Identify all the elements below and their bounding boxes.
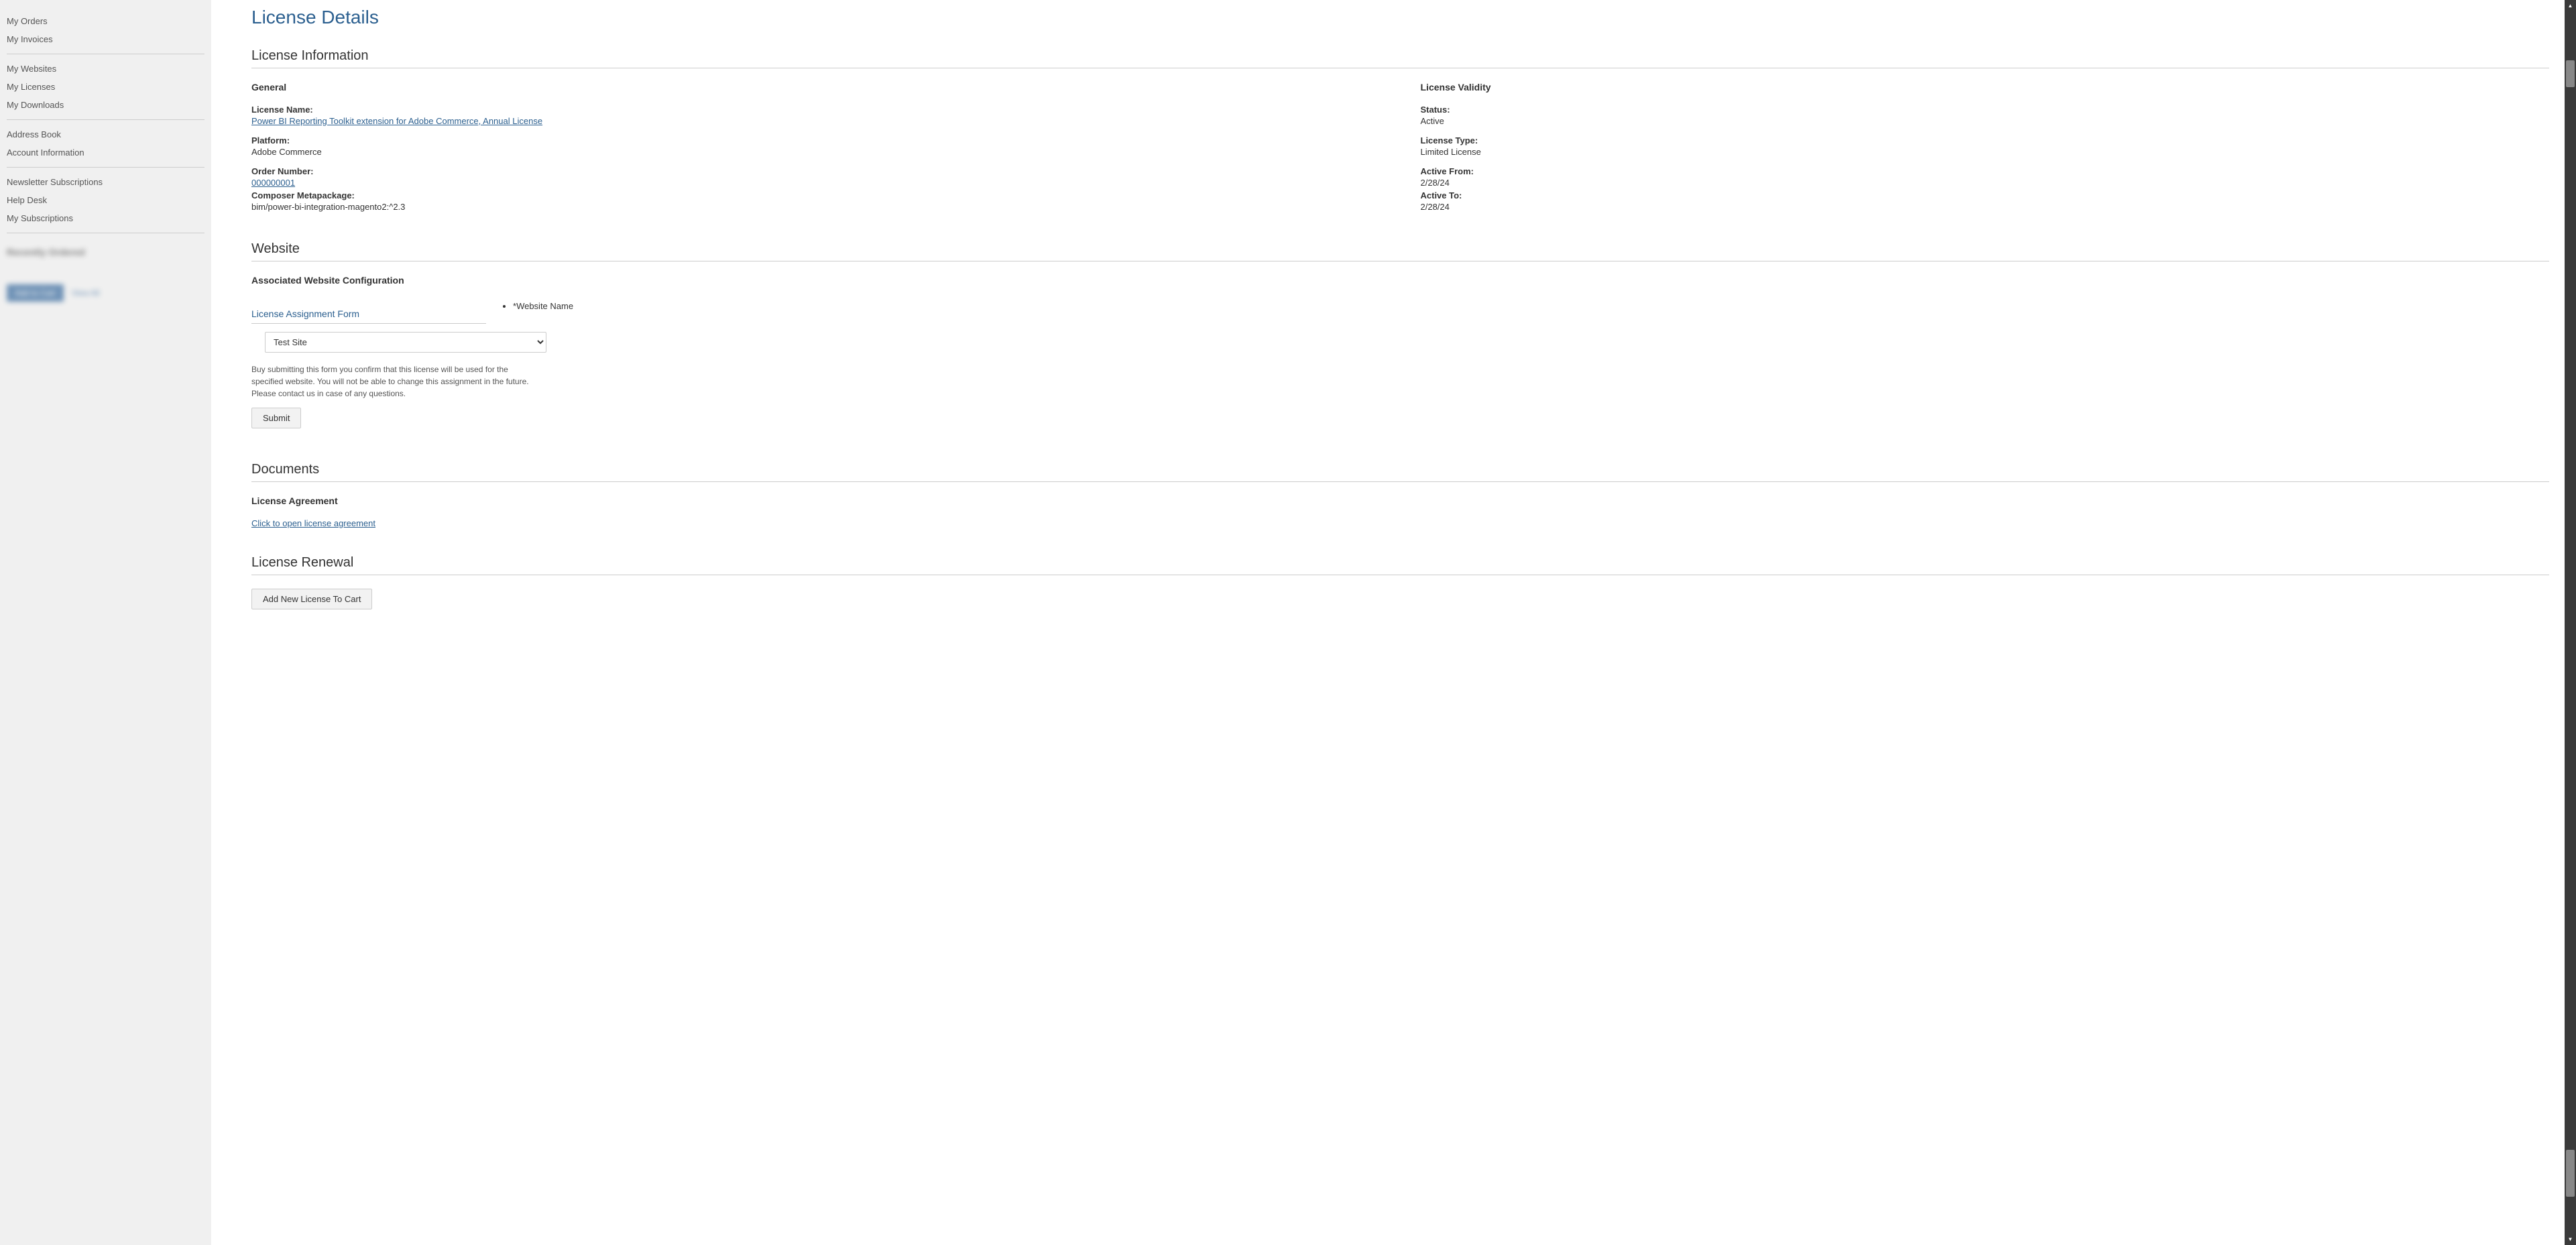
license-info-section-title: License Information <box>251 48 2549 68</box>
composer-label: Composer Metapackage: <box>251 190 1381 200</box>
add-new-license-to-cart-button[interactable]: Add New License To Cart <box>251 589 372 609</box>
scroll-down-icon[interactable]: ▼ <box>2565 1234 2576 1245</box>
sidebar-item-address-book[interactable]: Address Book <box>7 125 204 143</box>
sidebar-item-my-downloads[interactable]: My Downloads <box>7 96 204 114</box>
website-name-label: *Website Name <box>513 298 573 312</box>
sidebar-item-account-information[interactable]: Account Information <box>7 143 204 162</box>
active-from-label: Active From: <box>1421 166 2550 176</box>
add-to-cart-button[interactable]: Add to Cart <box>7 284 64 302</box>
view-all-link[interactable]: View All <box>72 288 100 298</box>
license-assignment-form-title: License Assignment Form <box>251 308 486 324</box>
license-agreement-heading: License Agreement <box>251 495 2549 506</box>
sidebar-group-orders: My Orders My Invoices <box>7 7 204 54</box>
form-disclaimer: Buy submitting this form you confirm tha… <box>251 363 533 400</box>
validity-heading: License Validity <box>1421 82 2550 93</box>
license-renewal-section-title: License Renewal <box>251 555 2549 575</box>
sidebar-item-help-desk[interactable]: Help Desk <box>7 191 204 209</box>
page-title: License Details <box>251 7 2549 28</box>
main-content: License Details License Information Gene… <box>211 0 2576 1245</box>
recently-ordered-heading: Recently Ordered <box>7 247 204 257</box>
sidebar-recently-ordered: Recently Ordered Add to Cart View All <box>0 233 211 315</box>
scroll-thumb-top[interactable] <box>2566 60 2575 87</box>
sidebar-item-my-invoices[interactable]: My Invoices <box>7 30 204 48</box>
active-from-value: 2/28/24 <box>1421 178 2550 188</box>
scroll-up-icon[interactable]: ▲ <box>2565 0 2576 11</box>
website-name-select[interactable]: Test Site <box>265 332 546 353</box>
platform-value: Adobe Commerce <box>251 147 1381 157</box>
sidebar-item-my-orders[interactable]: My Orders <box>7 12 204 30</box>
active-to-value: 2/28/24 <box>1421 202 2550 212</box>
status-label: Status: <box>1421 105 2550 115</box>
general-column: General License Name: Power BI Reporting… <box>251 82 1381 221</box>
associated-website-heading: Associated Website Configuration <box>251 275 2549 286</box>
vertical-scrollbar[interactable]: ▲ ▼ <box>2565 0 2576 1245</box>
license-info-columns: General License Name: Power BI Reporting… <box>251 82 2549 221</box>
license-type-value: Limited License <box>1421 147 2550 157</box>
license-name-link[interactable]: Power BI Reporting Toolkit extension for… <box>251 116 1381 126</box>
submit-button[interactable]: Submit <box>251 408 301 428</box>
website-section-title: Website <box>251 241 2549 261</box>
order-number-link[interactable]: 000000001 <box>251 178 1381 188</box>
sidebar: My Orders My Invoices My Websites My Lic… <box>0 0 211 1245</box>
composer-value: bim/power-bi-integration-magento2:^2.3 <box>251 202 1381 212</box>
status-value: Active <box>1421 116 2550 126</box>
sidebar-item-newsletter-subscriptions[interactable]: Newsletter Subscriptions <box>7 173 204 191</box>
website-name-text: Website Name <box>516 301 573 311</box>
platform-label: Platform: <box>251 135 1381 145</box>
general-heading: General <box>251 82 1381 93</box>
sidebar-group-account: Address Book Account Information <box>7 120 204 168</box>
active-to-label: Active To: <box>1421 190 2550 200</box>
documents-section-title: Documents <box>251 462 2549 482</box>
sidebar-item-my-subscriptions[interactable]: My Subscriptions <box>7 209 204 227</box>
sidebar-group-other: Newsletter Subscriptions Help Desk My Su… <box>7 168 204 233</box>
sidebar-item-my-websites[interactable]: My Websites <box>7 60 204 78</box>
license-type-label: License Type: <box>1421 135 2550 145</box>
validity-column: License Validity Status: Active License … <box>1421 82 2550 221</box>
sidebar-group-assets: My Websites My Licenses My Downloads <box>7 54 204 120</box>
scroll-thumb-bottom[interactable] <box>2566 1150 2575 1197</box>
sidebar-item-my-licenses[interactable]: My Licenses <box>7 78 204 96</box>
order-number-label: Order Number: <box>251 166 1381 176</box>
scroll-track[interactable] <box>2565 11 2576 1234</box>
license-name-label: License Name: <box>251 105 1381 115</box>
license-agreement-link[interactable]: Click to open license agreement <box>251 518 2549 528</box>
